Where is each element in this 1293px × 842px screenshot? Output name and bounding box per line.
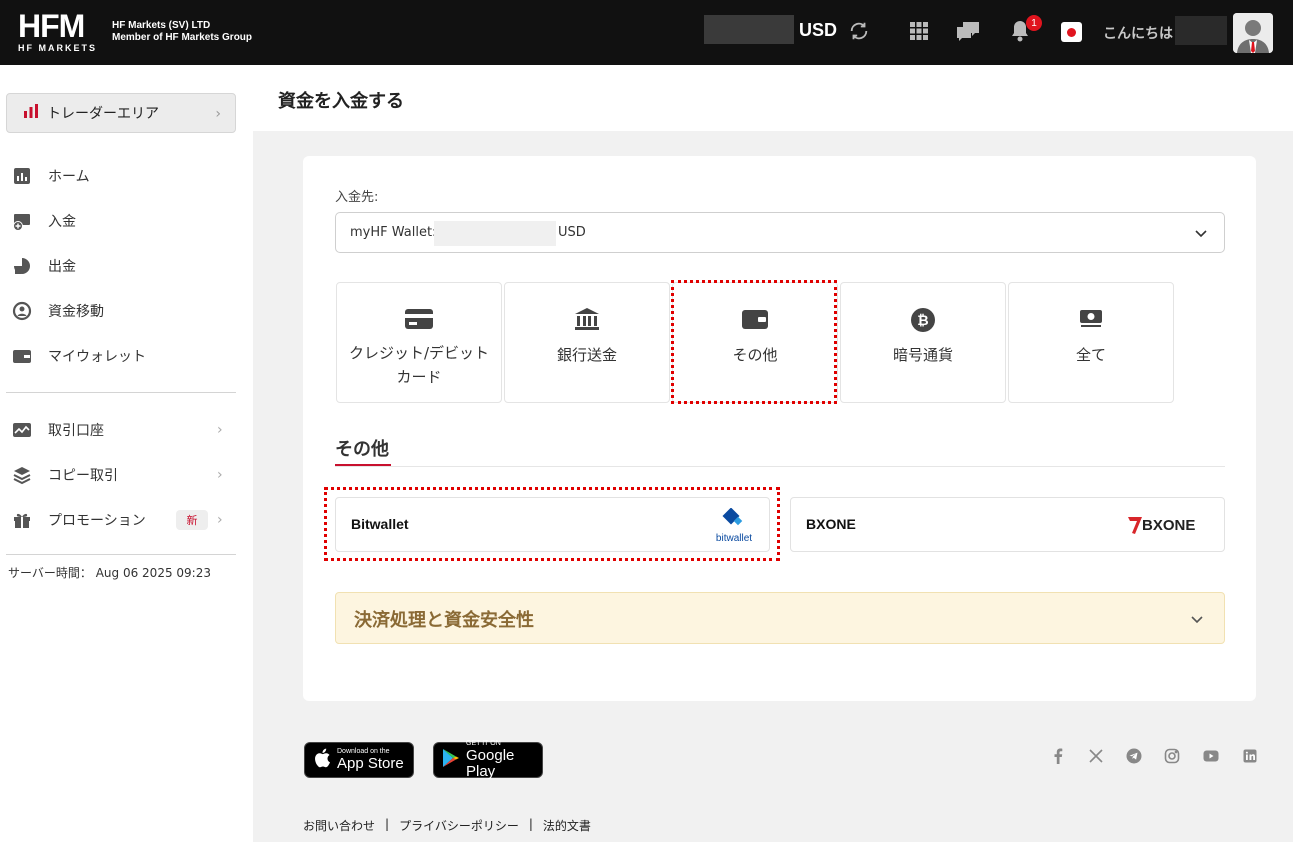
tile-bank-transfer[interactable]: 銀行送金 bbox=[504, 282, 670, 403]
sidebar-item-transfer[interactable]: 資金移動 bbox=[0, 297, 253, 325]
bank-icon bbox=[505, 307, 669, 331]
company-name: HF Markets (SV) LTD Member of HF Markets… bbox=[112, 20, 253, 43]
username-redacted bbox=[1175, 16, 1227, 45]
telegram-icon[interactable] bbox=[1125, 747, 1143, 765]
chart-icon bbox=[12, 166, 32, 186]
contact-link[interactable]: お問い合わせ bbox=[303, 817, 375, 834]
linkedin-icon[interactable] bbox=[1241, 747, 1259, 765]
wallet-currency: USD bbox=[558, 225, 586, 240]
wallet-icon bbox=[12, 346, 32, 366]
section-title: その他 bbox=[335, 439, 389, 460]
notification-badge: 1 bbox=[1026, 15, 1042, 31]
withdraw-icon bbox=[12, 256, 32, 276]
balance-redacted bbox=[704, 15, 794, 44]
user-avatar[interactable] bbox=[1233, 13, 1273, 53]
gift-icon bbox=[12, 510, 32, 530]
footer-links: お問い合わせ | プライバシーポリシー | 法的文書 bbox=[303, 817, 591, 834]
google-play-button[interactable]: GET IT ON Google Play bbox=[433, 740, 543, 780]
chevron-right-icon: › bbox=[217, 467, 223, 483]
greeting-text: こんにちは bbox=[1103, 26, 1173, 42]
legal-documents-link[interactable]: 法的文書 bbox=[543, 817, 591, 834]
tile-credit-debit-card[interactable]: クレジット/デビットカード bbox=[336, 282, 502, 403]
credit-card-icon bbox=[337, 307, 501, 331]
top-header: HFM HF MARKETS HF Markets (SV) LTD Membe… bbox=[0, 0, 1293, 65]
sidebar-divider bbox=[6, 554, 236, 555]
payment-security-accordion[interactable]: 決済処理と資金安全性 bbox=[335, 592, 1225, 644]
trading-account-icon bbox=[12, 420, 32, 440]
sidebar-divider bbox=[6, 392, 236, 393]
chevron-down-icon bbox=[1194, 225, 1208, 239]
trader-area-button[interactable]: トレーダーエリア › bbox=[6, 93, 236, 133]
svg-text:BXONE: BXONE bbox=[1142, 517, 1195, 534]
sidebar-item-home[interactable]: ホーム bbox=[0, 162, 253, 190]
highlight-selection-other bbox=[671, 280, 837, 404]
chevron-right-icon: › bbox=[215, 106, 221, 122]
sidebar-item-my-wallet[interactable]: マイウォレット bbox=[0, 342, 253, 370]
svg-text:₿: ₿ bbox=[917, 313, 928, 329]
instagram-icon[interactable] bbox=[1163, 747, 1181, 765]
facebook-icon[interactable] bbox=[1049, 747, 1067, 765]
bar-chart-icon bbox=[23, 103, 39, 123]
chevron-right-icon: › bbox=[217, 512, 223, 528]
sidebar-item-deposit[interactable]: 入金 bbox=[0, 207, 253, 235]
server-time: サーバー時間： Aug 06 2025 09:23 bbox=[8, 566, 211, 580]
page-title: 資金を入金する bbox=[278, 91, 404, 112]
logo-text: HFM bbox=[18, 8, 85, 44]
page-title-bar: 資金を入金する bbox=[253, 65, 1293, 131]
refresh-icon[interactable] bbox=[846, 18, 872, 44]
tile-crypto[interactable]: ₿ 暗号通貨 bbox=[840, 282, 1006, 403]
sidebar-item-withdraw[interactable]: 出金 bbox=[0, 252, 253, 280]
chevron-right-icon: › bbox=[217, 422, 223, 438]
sidebar-item-trading-accounts[interactable]: 取引口座 › bbox=[0, 416, 253, 444]
hfm-logo[interactable]: HFM HF MARKETS bbox=[18, 10, 104, 54]
method-bxone[interactable]: BXONE BXONE bbox=[790, 497, 1225, 552]
cash-icon bbox=[1009, 307, 1173, 331]
sidebar-item-promotions[interactable]: プロモーション 新 › bbox=[0, 506, 253, 534]
deposit-card: 入金先: myHF Wallet: USD クレジット/デビットカード 銀行送金… bbox=[303, 156, 1256, 701]
section-underline bbox=[335, 464, 391, 466]
copy-trading-icon bbox=[12, 465, 32, 485]
bitcoin-icon: ₿ bbox=[841, 307, 1005, 333]
google-play-icon bbox=[442, 748, 460, 772]
account-currency: USD bbox=[799, 20, 838, 40]
youtube-icon[interactable] bbox=[1202, 747, 1220, 765]
new-badge: 新 bbox=[176, 510, 208, 530]
chat-icon[interactable] bbox=[955, 18, 981, 44]
wallet-select[interactable]: myHF Wallet: USD bbox=[335, 212, 1225, 253]
privacy-policy-link[interactable]: プライバシーポリシー bbox=[399, 817, 519, 834]
highlight-selection-bitwallet bbox=[324, 487, 780, 561]
wallet-prefix: myHF Wallet: bbox=[350, 225, 437, 240]
japan-flag-icon[interactable] bbox=[1061, 22, 1082, 42]
sidebar: トレーダーエリア › ホーム 入金 出金 資金移動 マイウォレット 取引口座 ›… bbox=[0, 65, 253, 842]
logo-subtext: HF MARKETS bbox=[18, 43, 97, 53]
apps-grid-icon[interactable] bbox=[906, 18, 932, 44]
bxone-logo: BXONE bbox=[1126, 514, 1212, 540]
sidebar-item-copy-trading[interactable]: コピー取引 › bbox=[0, 461, 253, 489]
x-twitter-icon[interactable] bbox=[1087, 747, 1105, 765]
deposit-icon bbox=[12, 211, 32, 231]
trader-area-label: トレーダーエリア bbox=[47, 106, 159, 122]
wallet-id-redacted bbox=[434, 221, 556, 246]
tile-all[interactable]: 全て bbox=[1008, 282, 1174, 403]
apple-icon bbox=[313, 747, 331, 773]
deposit-to-label: 入金先: bbox=[335, 190, 379, 205]
transfer-icon bbox=[12, 301, 32, 321]
app-store-button[interactable]: Download on the App Store bbox=[304, 742, 414, 778]
section-divider bbox=[335, 466, 1225, 467]
chevron-down-icon bbox=[1190, 611, 1204, 630]
